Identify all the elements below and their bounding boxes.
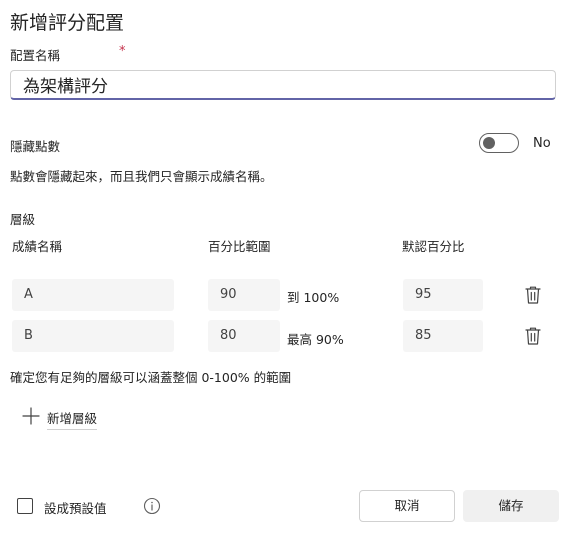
set-default-checkbox[interactable]	[17, 498, 33, 514]
toggle-state-text: No	[533, 136, 551, 151]
config-name-label: 配置名稱	[10, 48, 61, 63]
grade-name-input[interactable]: B	[12, 320, 174, 352]
config-name-input[interactable]	[10, 70, 556, 100]
levels-hint: 確定您有足夠的層級可以涵蓋整個 0-100% 的範圍	[10, 370, 292, 385]
levels-section-label: 層級	[10, 212, 36, 227]
header-grade-name: 成績名稱	[12, 239, 63, 254]
trash-icon[interactable]	[524, 326, 542, 346]
header-percent-range: 百分比範圍	[208, 239, 271, 254]
range-suffix: 最高 90%	[287, 332, 344, 347]
trash-icon[interactable]	[524, 285, 542, 305]
range-value-input[interactable]: 90	[208, 279, 280, 311]
default-percent-input[interactable]: 85	[403, 320, 483, 352]
hide-points-description: 點數會隱藏起來，而且我們只會顯示成績名稱。	[10, 169, 273, 184]
save-button[interactable]: 儲存	[463, 490, 559, 522]
toggle-knob	[483, 137, 495, 149]
set-default-label: 設成預設值	[44, 501, 107, 516]
cancel-button[interactable]: 取消	[359, 490, 455, 522]
dialog-title: 新增評分配置	[10, 12, 125, 34]
plus-icon[interactable]	[22, 407, 40, 425]
default-percent-input[interactable]: 95	[403, 279, 483, 311]
add-level-button[interactable]: 新增層級	[47, 408, 98, 430]
range-suffix: 到 100%	[287, 290, 340, 305]
info-icon[interactable]	[143, 497, 161, 515]
hide-points-label: 隱藏點數	[10, 139, 61, 154]
required-mark: *	[119, 44, 126, 59]
range-value-input[interactable]: 80	[208, 320, 280, 352]
header-default-percent: 默認百分比	[402, 239, 465, 254]
hide-points-toggle[interactable]	[479, 133, 519, 153]
grade-name-input[interactable]: A	[12, 279, 174, 311]
